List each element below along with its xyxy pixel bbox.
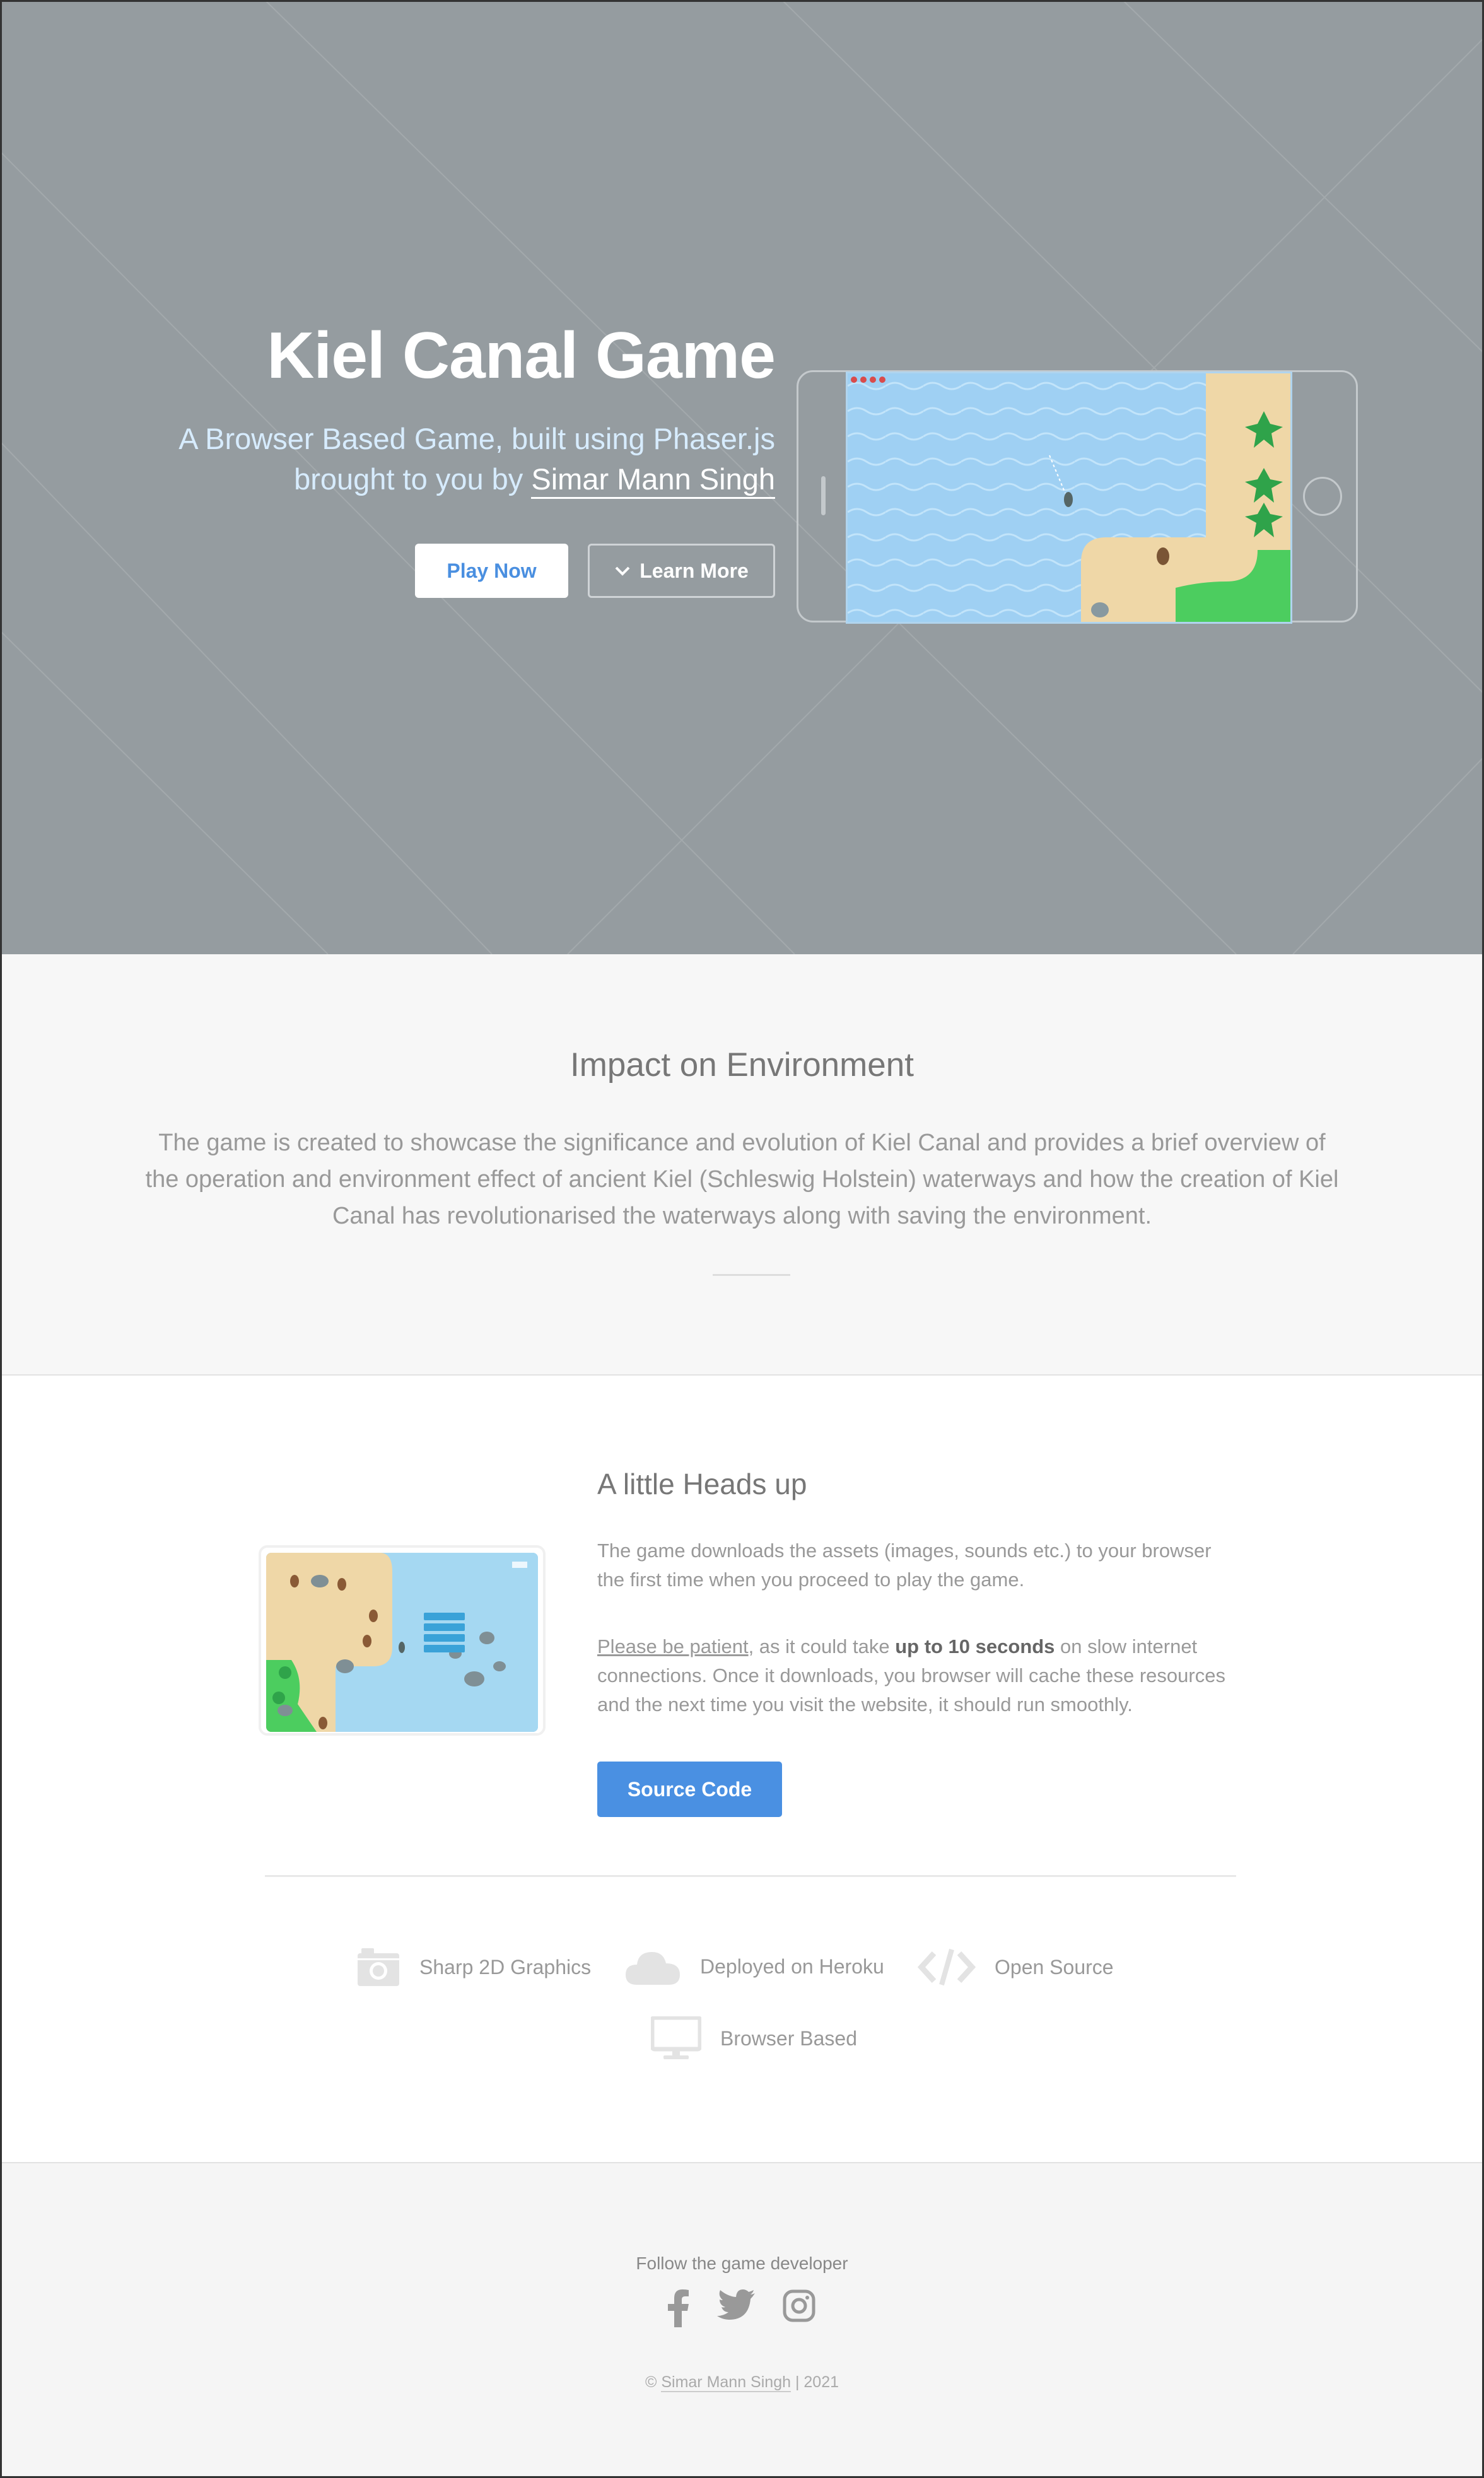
hero-section: Kiel Canal Game A Browser Based Game, bu… bbox=[0, 0, 1484, 954]
environment-section: Impact on Environment The game is create… bbox=[0, 954, 1484, 1376]
twitter-icon[interactable] bbox=[717, 2289, 755, 2321]
environment-heading: Impact on Environment bbox=[570, 1046, 914, 1084]
patient-link[interactable]: Please be patient bbox=[597, 1635, 749, 1657]
feature-label: Sharp 2D Graphics bbox=[419, 1955, 592, 1978]
copyright-prefix: © bbox=[645, 2373, 662, 2391]
feature-label: Deployed on Heroku bbox=[700, 1955, 884, 1978]
facebook-icon[interactable] bbox=[667, 2289, 689, 2327]
feature-open-source: Open Source bbox=[918, 1947, 1114, 1987]
footer: Follow the game developer © Simar Mann S… bbox=[0, 2162, 1484, 2478]
learn-more-button[interactable]: Learn More bbox=[588, 544, 775, 598]
social-links bbox=[667, 2289, 815, 2327]
learn-more-label: Learn More bbox=[640, 559, 749, 582]
feature-label: Open Source bbox=[995, 1955, 1114, 1978]
monitor-icon bbox=[651, 2016, 701, 2059]
hero-subtitle-line1: A Browser Based Game, built using Phaser… bbox=[178, 422, 775, 455]
heads-up-heading: A little Heads up bbox=[597, 1468, 807, 1500]
features-divider bbox=[265, 1875, 1236, 1877]
instagram-icon[interactable] bbox=[783, 2289, 815, 2322]
footer-author-link[interactable]: Simar Mann Singh bbox=[661, 2373, 791, 2392]
play-now-button[interactable]: Play Now bbox=[415, 544, 568, 598]
code-icon bbox=[918, 1948, 976, 1986]
environment-body: The game is created to showcase the sign… bbox=[145, 1130, 1339, 1229]
phone-speaker bbox=[821, 476, 826, 515]
source-code-button[interactable]: Source Code bbox=[597, 1762, 782, 1817]
feature-label: Browser Based bbox=[720, 2026, 857, 2050]
page-title: Kiel Canal Game bbox=[267, 319, 776, 392]
author-link[interactable]: Simar Mann Singh bbox=[531, 462, 775, 499]
phone-mockup bbox=[797, 370, 1358, 624]
game-thumbnail bbox=[259, 1545, 546, 1736]
heads-up-paragraph-1: The game downloads the assets (images, s… bbox=[597, 1540, 1212, 1591]
hero-subtitle: A Browser Based Game, built using Phaser… bbox=[178, 419, 775, 500]
chevron-down-icon bbox=[615, 566, 630, 576]
follow-text: Follow the game developer bbox=[636, 2253, 848, 2273]
feature-graphics: Sharp 2D Graphics bbox=[356, 1947, 591, 1987]
heads-up-paragraph-2: Please be patient, as it could take up t… bbox=[597, 1632, 1228, 1719]
section-divider bbox=[713, 1274, 790, 1276]
hero-subtitle-prefix: brought to you by bbox=[294, 462, 532, 496]
game-screenshot bbox=[846, 371, 1292, 624]
copyright: © Simar Mann Singh | 2021 bbox=[0, 2373, 1484, 2392]
camera-icon bbox=[358, 1948, 399, 1986]
feature-browser: Browser Based bbox=[651, 2016, 857, 2060]
cloud-icon bbox=[626, 1952, 680, 1985]
heads-up-section: A little Heads up The game downloads the… bbox=[0, 1376, 1484, 2162]
feature-heroku: Deployed on Heroku bbox=[624, 1947, 884, 1986]
copyright-suffix: | 2021 bbox=[791, 2373, 839, 2391]
phone-home-button bbox=[1303, 477, 1342, 516]
heads-up-text-a: , as it could take bbox=[748, 1635, 896, 1657]
heads-up-bold: up to 10 seconds bbox=[895, 1635, 1055, 1657]
